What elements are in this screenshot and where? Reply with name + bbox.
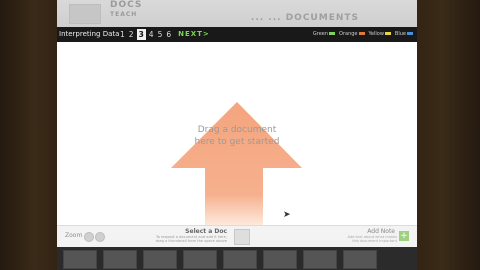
legend-swatch-4: [407, 32, 413, 35]
document-drop-area[interactable]: Drag a document here to get started: [57, 42, 417, 225]
logo-icon: [69, 4, 101, 24]
legend-item-1[interactable]: Green: [312, 27, 336, 42]
step-1[interactable]: 1: [119, 27, 126, 42]
add-hint-line2: this document important: [352, 239, 397, 243]
header-links[interactable]: ... ... DOCUMENTS: [251, 13, 359, 23]
document-thumbnail[interactable]: [63, 250, 97, 269]
step-navigation: 1 2 3 4 5 6 NEXT>: [119, 27, 210, 42]
zoom-out-button[interactable]: [84, 232, 94, 242]
color-legend: Green Orange Yellow Blue: [313, 27, 413, 42]
drop-text-line1: Drag a document: [197, 125, 277, 135]
bottom-toolbar: Zoom Select a Doc To request a document …: [57, 225, 417, 248]
mouse-cursor-icon: ➤: [283, 210, 291, 220]
drop-text-line2: here to get started: [194, 137, 280, 147]
legend-label-4: Blue: [394, 31, 406, 37]
document-thumbnail[interactable]: [223, 250, 257, 269]
add-note-hint: Add text about what makes this document …: [327, 235, 397, 243]
document-thumbnail-strip: [57, 247, 417, 270]
legend-label-2: Orange: [339, 31, 358, 37]
app-window: DOCS TEACH ... ... DOCUMENTS Interpretin…: [57, 0, 417, 270]
legend-item-3[interactable]: Yellow: [369, 27, 391, 42]
document-thumbnail[interactable]: [343, 250, 377, 269]
add-note-title: Add Note: [367, 228, 395, 235]
document-slot-icon[interactable]: [234, 229, 250, 245]
step-4[interactable]: 4: [148, 27, 155, 42]
logo-line1: DOCS: [110, 0, 143, 10]
right-bezel: [417, 0, 480, 270]
document-thumbnail[interactable]: [303, 250, 337, 269]
zoom-label: Zoom: [65, 232, 83, 239]
site-header: DOCS TEACH ... ... DOCUMENTS: [57, 0, 417, 27]
step-2[interactable]: 2: [128, 27, 135, 42]
step-5[interactable]: 5: [157, 27, 164, 42]
legend-item-4[interactable]: Blue: [395, 27, 413, 42]
activity-toolbar: Interpreting Data 1 2 3 4 5 6 NEXT> Gree…: [57, 27, 417, 42]
legend-label-3: Yellow: [368, 31, 384, 37]
select-hint-line2: drag a thumbnail from the space above: [155, 239, 227, 243]
activity-title: Interpreting Data: [59, 30, 120, 38]
step-3-active[interactable]: 3: [136, 29, 146, 40]
left-bezel: [0, 0, 57, 270]
legend-item-2[interactable]: Orange: [339, 27, 365, 42]
logo-line2: TEACH: [110, 11, 138, 18]
select-doc-hint: To request a document and add it here, d…: [153, 235, 227, 243]
zoom-in-button[interactable]: [95, 232, 105, 242]
step-6[interactable]: 6: [165, 27, 172, 42]
legend-swatch-2: [358, 32, 365, 35]
next-button[interactable]: NEXT>: [178, 27, 210, 42]
document-thumbnail[interactable]: [263, 250, 297, 269]
site-logo[interactable]: DOCS TEACH: [110, 1, 142, 19]
add-note-button[interactable]: +: [399, 231, 409, 241]
legend-swatch-3: [384, 32, 391, 35]
document-thumbnail[interactable]: [183, 250, 217, 269]
select-doc-title: Select a Doc: [185, 228, 227, 235]
drop-instructions: Drag a document here to get started: [187, 124, 287, 148]
legend-swatch-1: [329, 32, 336, 35]
legend-label-1: Green: [312, 31, 329, 37]
document-thumbnail[interactable]: [143, 250, 177, 269]
document-thumbnail[interactable]: [103, 250, 137, 269]
